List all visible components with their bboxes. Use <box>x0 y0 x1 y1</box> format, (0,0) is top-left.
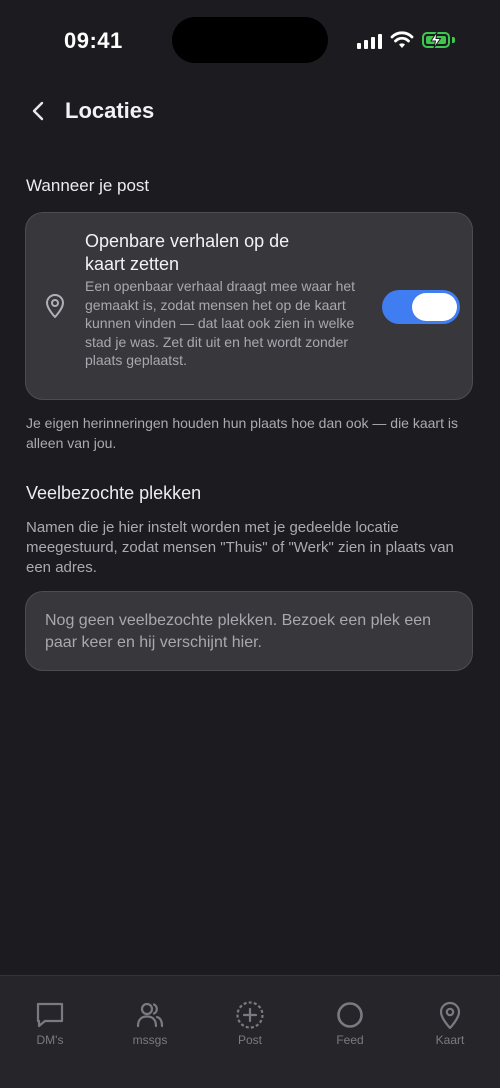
tab-bar: DM's mssgs Post Feed Kaart <box>0 975 500 1088</box>
tab-label: Kaart <box>435 1033 465 1047</box>
tab-mssgs[interactable]: mssgs <box>100 976 200 1066</box>
location-pin-icon <box>46 294 64 318</box>
places-empty-card: Nog geen veelbezochte plekken. Bezoek ee… <box>25 591 473 671</box>
public-stories-toggle[interactable] <box>382 290 460 324</box>
cellular-signal-icon <box>357 33 383 49</box>
status-time: 09:41 <box>64 28 123 53</box>
wifi-icon <box>390 31 414 48</box>
places-section-heading: Veelbezochte plekken <box>26 483 202 503</box>
public-stories-card: Openbare verhalen op de kaart zetten Een… <box>25 212 473 400</box>
tab-label: DM's <box>36 1033 64 1047</box>
tab-dms[interactable]: DM's <box>0 976 100 1066</box>
places-section-description: Namen die je hier instelt worden met je … <box>26 519 454 576</box>
dynamic-island <box>172 17 328 63</box>
toggle-knob <box>412 293 457 321</box>
plus-circle-icon <box>236 1001 264 1029</box>
tab-label: Post <box>237 1033 262 1047</box>
tab-kaart[interactable]: Kaart <box>400 976 500 1066</box>
circle-icon <box>337 1002 363 1028</box>
charging-bolt-icon <box>430 31 442 49</box>
tab-post[interactable]: Post <box>200 976 300 1066</box>
post-section-footnote: Je eigen herinneringen houden hun plaats… <box>26 415 458 451</box>
card-description: Een openbaar verhaal draagt mee waar het… <box>85 278 356 368</box>
people-icon <box>136 1002 164 1028</box>
back-chevron-icon[interactable] <box>26 98 52 124</box>
tab-label: Feed <box>336 1033 364 1047</box>
places-empty-state: Nog geen veelbezochte plekken. Bezoek ee… <box>45 612 432 651</box>
tab-feed[interactable]: Feed <box>300 976 400 1066</box>
location-pin-icon <box>439 1001 461 1030</box>
post-section-heading: Wanneer je post <box>26 176 150 195</box>
nav-header: Locaties <box>0 90 500 134</box>
tab-label: mssgs <box>132 1033 168 1047</box>
battery-cap <box>452 37 455 43</box>
card-title: Openbare verhalen op de kaart zetten <box>85 231 290 274</box>
page-title: Locaties <box>65 98 155 123</box>
status-bar: 09:41 <box>0 0 500 82</box>
chat-bubble-icon <box>36 1002 64 1028</box>
